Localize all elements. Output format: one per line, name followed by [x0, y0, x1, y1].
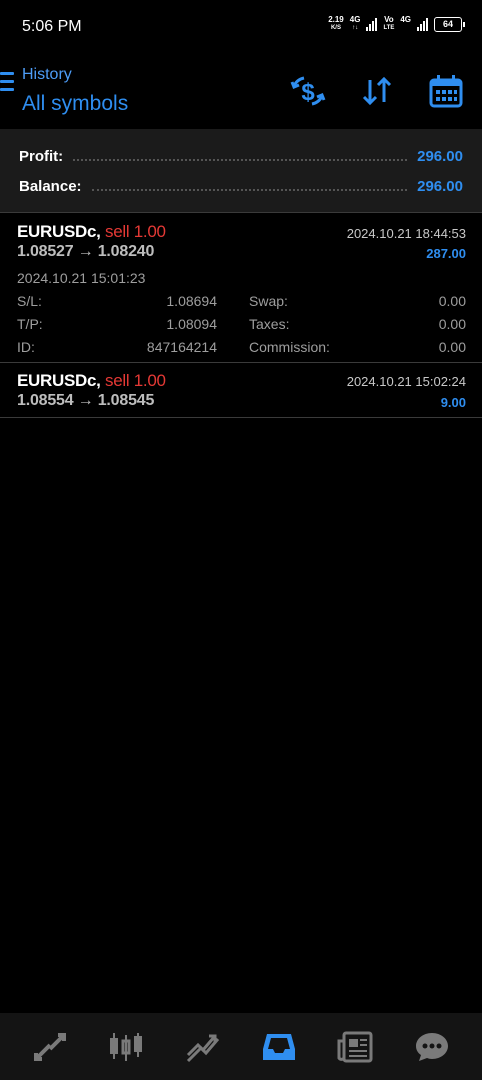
- bottom-navigation: [0, 1013, 482, 1080]
- trade-profit: 287.00: [426, 246, 466, 261]
- id-label: ID:: [17, 339, 35, 355]
- calendar-icon[interactable]: [427, 72, 465, 110]
- taxes-value: 0.00: [438, 316, 466, 332]
- balance-row: Balance: 296.00: [19, 176, 463, 196]
- profit-row: Profit: 296.00: [19, 146, 463, 166]
- trade-close-time: 2024.10.21 18:44:53: [346, 226, 466, 241]
- divider: [0, 417, 482, 418]
- dollar-exchange-icon[interactable]: $: [289, 72, 327, 110]
- swap-label: Swap:: [249, 293, 288, 309]
- summary-panel: Profit: 296.00 Balance: 296.00: [0, 129, 482, 212]
- trade-symbol: EURUSDc, sell 1.00: [17, 222, 166, 241]
- network-type-2: 4G: [400, 15, 411, 24]
- header-subtitle: History: [22, 66, 72, 83]
- detail-row-id: ID: 847164214 Commission: 0.00: [17, 339, 466, 357]
- commission-value: 0.00: [438, 339, 466, 355]
- tp-label: T/P:: [17, 316, 43, 332]
- sort-icon[interactable]: [358, 72, 396, 110]
- news-icon[interactable]: [331, 1023, 379, 1071]
- menu-icon[interactable]: [0, 72, 14, 92]
- signal-2-icon: [417, 17, 428, 31]
- trade-prices: 1.08554 → 1.08545: [17, 392, 155, 409]
- network-type-1: 4G ↑↓: [349, 15, 361, 32]
- sl-value: 1.08694: [166, 293, 217, 309]
- trade-profit: 9.00: [440, 395, 466, 410]
- trade-symbol: EURUSDc, sell 1.00: [17, 371, 166, 390]
- commission-label: Commission:: [249, 339, 330, 355]
- network-speed: 2.19 K/S: [328, 15, 344, 32]
- id-value: 847164214: [146, 339, 217, 355]
- history-icon[interactable]: [255, 1023, 303, 1071]
- trade-row[interactable]: EURUSDc, sell 1.00 2024.10.21 15:02:24 1…: [0, 363, 482, 417]
- status-bar: 5:06 PM 2.19 K/S 4G ↑↓ Vo LTE 4G 64: [0, 0, 482, 52]
- dotted-leader: [73, 151, 408, 161]
- tp-value: 1.08094: [166, 316, 217, 332]
- dotted-leader: [91, 181, 408, 191]
- status-time: 5:06 PM: [22, 18, 82, 35]
- svg-text:$: $: [301, 79, 315, 106]
- profit-label: Profit:: [19, 147, 64, 165]
- trade-icon[interactable]: [179, 1023, 227, 1071]
- header-title[interactable]: All symbols: [22, 92, 128, 116]
- balance-value: 296.00: [417, 177, 463, 195]
- status-indicators: 2.19 K/S 4G ↑↓ Vo LTE 4G 64: [328, 15, 465, 32]
- balance-label: Balance:: [19, 177, 82, 195]
- trade-open-time: 2024.10.21 15:01:23: [17, 270, 146, 286]
- swap-value: 0.00: [438, 293, 466, 309]
- app-header: History All symbols $: [0, 52, 482, 128]
- trade-side: sell 1.00: [105, 371, 166, 390]
- taxes-label: Taxes:: [249, 316, 290, 332]
- quotes-icon[interactable]: [26, 1023, 74, 1071]
- messages-icon[interactable]: [408, 1023, 456, 1071]
- volte-indicator: Vo LTE: [383, 15, 395, 32]
- signal-1-icon: [366, 17, 378, 31]
- trade-prices: 1.08527 → 1.08240: [17, 243, 155, 260]
- profit-value: 296.00: [417, 147, 463, 165]
- battery-icon: 64: [434, 16, 465, 32]
- detail-row-sl: S/L: 1.08694 Swap: 0.00: [17, 293, 466, 311]
- trade-row[interactable]: EURUSDc, sell 1.00 2024.10.21 18:44:53 1…: [0, 213, 482, 362]
- detail-row-tp: T/P: 1.08094 Taxes: 0.00: [17, 316, 466, 334]
- sl-label: S/L:: [17, 293, 42, 309]
- trade-close-time: 2024.10.21 15:02:24: [346, 374, 466, 389]
- chart-icon[interactable]: [102, 1023, 150, 1071]
- trade-side: sell 1.00: [105, 222, 166, 241]
